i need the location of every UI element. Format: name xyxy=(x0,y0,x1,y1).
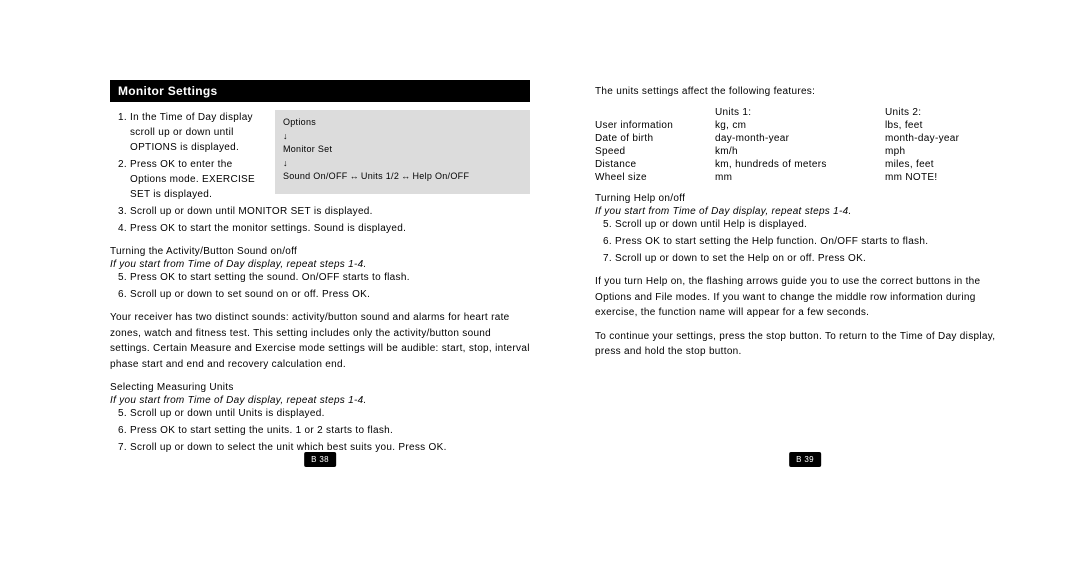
step-5c: Scroll up or down until Help is displaye… xyxy=(615,217,1015,232)
page-number: B 38 xyxy=(304,452,336,467)
cell: mm NOTE! xyxy=(885,172,1005,183)
row-label: Speed xyxy=(595,146,715,157)
arrow-down-icon xyxy=(283,157,522,171)
repeat-note: If you start from Time of Day display, r… xyxy=(595,206,1015,217)
cell: lbs, feet xyxy=(885,120,1005,131)
step-2: Press OK to enter the Options mode. EXER… xyxy=(130,157,265,202)
units-intro: The units settings affect the following … xyxy=(595,86,1015,97)
cell: mph xyxy=(885,146,1005,157)
step-5: Press OK to start setting the sound. On/… xyxy=(130,270,530,285)
step-6: Scroll up or down to set sound on or off… xyxy=(130,287,530,302)
box-seg-units: Units 1/2 xyxy=(361,171,399,181)
step-6b: Press OK to start setting the units. 1 o… xyxy=(130,423,530,438)
subhead-units: Selecting Measuring Units xyxy=(110,382,530,393)
double-arrow-icon: ↔ xyxy=(348,171,361,181)
help-paragraph: If you turn Help on, the flashing arrows… xyxy=(595,274,1015,321)
box-bottom-row: Sound On/OFF↔Units 1/2↔Help On/OFF xyxy=(283,170,522,184)
step-6c: Press OK to start setting the Help funct… xyxy=(615,234,1015,249)
cell: mm xyxy=(715,172,885,183)
steps-continued: Scroll up or down until MONITOR SET is d… xyxy=(116,204,530,236)
steps-help: Scroll up or down until Help is displaye… xyxy=(601,217,1015,266)
step-3: Scroll up or down until MONITOR SET is d… xyxy=(130,204,530,219)
subhead-help: Turning Help on/off xyxy=(595,193,1015,204)
step-4: Press OK to start the monitor settings. … xyxy=(130,221,530,236)
cell: miles, feet xyxy=(885,159,1005,170)
repeat-note: If you start from Time of Day display, r… xyxy=(110,259,530,270)
step-1: In the Time of Day display scroll up or … xyxy=(130,110,265,155)
box-monitor-set: Monitor Set xyxy=(283,143,522,157)
row-label: User information xyxy=(595,120,715,131)
col-header-units2: Units 2: xyxy=(885,107,1005,118)
menu-diagram: Options Monitor Set Sound On/OFF↔Units 1… xyxy=(275,110,530,194)
double-arrow-icon: ↔ xyxy=(399,171,412,181)
arrow-down-icon xyxy=(283,130,522,144)
cell: kg, cm xyxy=(715,120,885,131)
left-page: Monitor Settings In the Time of Day disp… xyxy=(110,80,530,457)
section-title: Monitor Settings xyxy=(110,80,530,102)
box-seg-sound: Sound On/OFF xyxy=(283,171,348,181)
box-options: Options xyxy=(283,116,522,130)
row-label: Date of birth xyxy=(595,133,715,144)
steps-units: Scroll up or down until Units is display… xyxy=(116,406,530,455)
sound-paragraph: Your receiver has two distinct sounds: a… xyxy=(110,310,530,372)
box-seg-help: Help On/OFF xyxy=(412,171,469,181)
cell: month-day-year xyxy=(885,133,1005,144)
repeat-note: If you start from Time of Day display, r… xyxy=(110,395,530,406)
row-label: Distance xyxy=(595,159,715,170)
step-5b: Scroll up or down until Units is display… xyxy=(130,406,530,421)
cell: km, hundreds of meters xyxy=(715,159,885,170)
subhead-sound: Turning the Activity/Button Sound on/off xyxy=(110,246,530,257)
cell: km/h xyxy=(715,146,885,157)
col-header-units1: Units 1: xyxy=(715,107,885,118)
page-number: B 39 xyxy=(789,452,821,467)
cell: day-month-year xyxy=(715,133,885,144)
right-page: The units settings affect the following … xyxy=(595,80,1015,457)
steps-sound: Press OK to start setting the sound. On/… xyxy=(116,270,530,302)
steps-initial: In the Time of Day display scroll up or … xyxy=(116,110,265,204)
units-table: Units 1: Units 2: User information kg, c… xyxy=(595,107,1015,183)
step-7c: Scroll up or down to set the Help on or … xyxy=(615,251,1015,266)
row-label: Wheel size xyxy=(595,172,715,183)
continue-paragraph: To continue your settings, press the sto… xyxy=(595,329,1015,360)
